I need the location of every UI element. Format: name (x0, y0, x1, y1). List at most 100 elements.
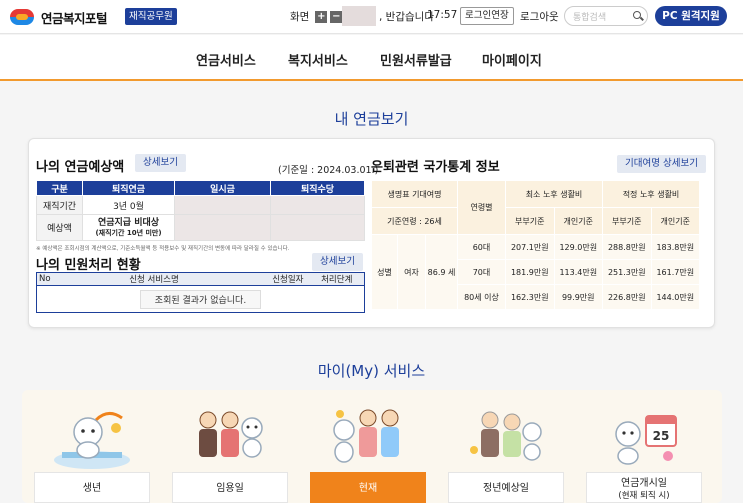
estimate-value-line2: (재직기간 10년 미만) (95, 228, 162, 237)
lump-sum-blurred (174, 195, 271, 215)
life-expectancy-detail-button[interactable]: 기대여명 상세보기 (617, 155, 706, 173)
pension-estimate-table: 구분 퇴직연금 일시금 퇴직수당 재직기간 3년 0월 예상액 연금지급 비대상… (36, 180, 365, 241)
gender-label: 성별 (371, 234, 398, 310)
col-retirement-pension: 퇴직연금 (82, 180, 175, 196)
h-pro-couple: 부부기준 (602, 207, 652, 235)
col-category: 구분 (36, 180, 83, 196)
calendar-number: 25 (653, 429, 670, 443)
main-nav: 연금서비스 복지서비스 민원서류발급 마이페이지 (0, 35, 743, 81)
col-lump-sum: 일시금 (174, 180, 271, 196)
row-service-period-label: 재직기간 (36, 195, 83, 215)
h-min-single: 개인기준 (553, 207, 603, 235)
service-period-value: 3년 0월 (82, 195, 175, 215)
service-label: 임용일 (172, 472, 288, 503)
min-single: 129.0만원 (553, 234, 603, 260)
zoom-label: 화면 (290, 11, 310, 23)
h-pro-single: 개인기준 (650, 207, 700, 235)
row-estimate-label: 예상액 (36, 214, 83, 241)
nav-welfare-service[interactable]: 복지서비스 (288, 50, 348, 69)
pro-couple: 288.8만원 (602, 234, 652, 260)
search-icon[interactable] (633, 11, 641, 19)
logo-text: 연금복지포털 (41, 10, 108, 26)
pro-single: 144.0만원 (650, 284, 700, 310)
calendar-mascot-illustration: 25 (615, 415, 677, 465)
age-group: 80세 이상 (457, 284, 506, 310)
nav-document-issuance[interactable]: 민원서류발급 (380, 50, 452, 69)
col-apply-date: 신청일자 (251, 272, 310, 286)
login-extend-button[interactable]: 로그인연장 (460, 7, 514, 25)
base-date: (기준일 : 2024.03.01.) (278, 165, 379, 176)
h-proper-living: 적정 노후 생활비 (602, 180, 700, 208)
service-appointment-date[interactable]: 임용일 (172, 390, 288, 503)
pro-single: 161.7만원 (650, 259, 700, 285)
top-header: 연금복지포털 재직공무원 화면 + − , 반갑습니다 17:57 로그인연장 … (0, 0, 743, 34)
service-retirement-date[interactable]: 정년예상일 (448, 390, 564, 503)
service-current[interactable]: 현재 (310, 390, 426, 503)
service-label-sub: (현재 퇴직 시) (618, 491, 670, 501)
allowance-blurred (270, 195, 365, 215)
min-single: 113.4만원 (553, 259, 603, 285)
estimate-value: 연금지급 비대상 (재직기간 10년 미만) (82, 214, 175, 241)
min-single: 99.9만원 (553, 284, 603, 310)
people-illustration (199, 411, 263, 458)
zoom-in-button[interactable]: + (315, 10, 328, 23)
pro-couple: 226.8만원 (602, 284, 652, 310)
min-couple: 162.3만원 (505, 284, 555, 310)
pension-section-title: 내 연금보기 (334, 110, 409, 128)
family-illustration (333, 409, 399, 463)
age-group: 60대 (457, 234, 506, 260)
h-base-age: 기준연령 : 26세 (371, 207, 458, 235)
estimate-value-line1: 연금지급 비대상 (97, 217, 160, 228)
life-expectancy-value: 86.9 세 (425, 234, 458, 310)
pro-couple: 251.3만원 (602, 259, 652, 285)
complaint-title: 나의 민원처리 현황 (36, 258, 141, 273)
mascot-beach-illustration (54, 412, 130, 469)
logo-icon (10, 7, 34, 27)
user-name-blurred (342, 6, 376, 26)
pension-detail-button[interactable]: 상세보기 (135, 154, 186, 172)
table-row: 성별 여자 86.9 세 60대 207.1만원 129.0만원 288.8만원… (371, 234, 700, 310)
stats-title: 은퇴관련 국가통계 정보 (371, 160, 500, 175)
service-label: 현재 (310, 472, 426, 503)
staff-badge: 재직공무원 (125, 8, 177, 25)
h-min-living: 최소 노후 생활비 (505, 180, 603, 208)
estimate-note: ※ 예상액은 조회시점의 계산액으로, 기준소득월액 등 적용보수 및 재직기간… (36, 246, 290, 252)
service-label: 정년예상일 (448, 472, 564, 503)
nav-my-page[interactable]: 마이페이지 (482, 50, 542, 69)
service-birth-year[interactable]: 생년 (34, 390, 150, 503)
h-min-couple: 부부기준 (505, 207, 555, 235)
h-life-table: 생명표 기대여명 (371, 180, 458, 208)
empty-row: 조회된 결과가 없습니다. (37, 286, 365, 313)
my-service-panel: 생년 임용일 현재 정년예상일 25 연금개시일 (현재 퇴직 시) (22, 390, 722, 503)
pc-remote-support-button[interactable]: PC 원격지원 (655, 6, 727, 26)
service-label: 생년 (34, 472, 150, 503)
complaint-table: No 신청 서비스명 신청일자 처리단계 조회된 결과가 없습니다. (36, 272, 365, 313)
service-label-main: 연금개시일 (621, 478, 667, 489)
age-group: 70대 (457, 259, 506, 285)
service-label: 연금개시일 (현재 퇴직 시) (586, 472, 702, 503)
search-input[interactable]: 통합검색 (564, 6, 648, 26)
zoom-control: 화면 + − (290, 9, 343, 24)
gender-value: 여자 (397, 234, 426, 310)
session-timer: 17:57 (427, 9, 458, 21)
lump-sum-estimate-blurred (174, 214, 271, 241)
complaint-detail-button[interactable]: 상세보기 (312, 253, 363, 271)
col-service-name: 신청 서비스명 (56, 272, 252, 286)
zoom-out-button[interactable]: − (330, 10, 343, 23)
nav-pension-service[interactable]: 연금서비스 (196, 50, 256, 69)
search-placeholder: 통합검색 (573, 13, 607, 23)
pro-single: 183.8만원 (650, 234, 700, 260)
allowance-estimate-blurred (270, 214, 365, 241)
portal-logo[interactable]: 연금복지포털 (10, 7, 108, 27)
logout-link[interactable]: 로그아웃 (520, 9, 559, 24)
empty-message: 조회된 결과가 없습니다. (139, 289, 262, 309)
my-service-title: 마이(My) 서비스 (317, 362, 426, 380)
h-age-group: 연령별 (457, 180, 506, 235)
min-couple: 181.9만원 (505, 259, 555, 285)
pension-estimate-title: 나의 연금예상액 (36, 160, 125, 175)
min-couple: 207.1만원 (505, 234, 555, 260)
col-no: No (36, 272, 57, 286)
col-process-stage: 처리단계 (309, 272, 365, 286)
elderly-couple-illustration (470, 411, 542, 461)
service-pension-start-date[interactable]: 25 연금개시일 (현재 퇴직 시) (586, 390, 702, 503)
